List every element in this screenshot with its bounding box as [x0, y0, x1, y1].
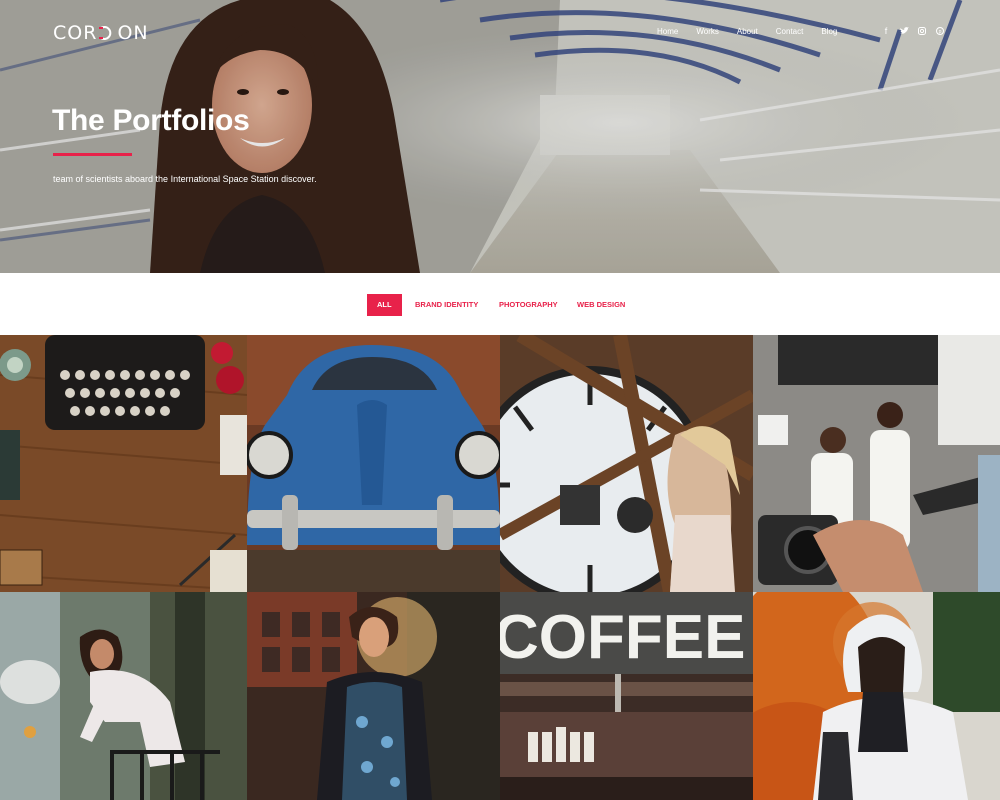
orange-smoke-photo[interactable] — [753, 592, 1000, 800]
twitter-icon[interactable] — [898, 24, 910, 38]
nav-blog[interactable]: Blog — [821, 27, 837, 36]
nav-works[interactable]: Works — [696, 27, 719, 36]
page-title: The Portfolios — [52, 104, 250, 137]
coffee-shop-photo[interactable]: COFFEE — [500, 592, 753, 800]
balcony-woman-photo[interactable] — [0, 592, 247, 800]
filter-photography[interactable]: PHOTOGRAPHY — [499, 294, 558, 316]
photoshoot-photo[interactable] — [753, 335, 1000, 592]
instagram-icon[interactable] — [916, 24, 928, 38]
blue-car-photo[interactable] — [247, 335, 500, 592]
nav-home[interactable]: Home — [657, 27, 678, 36]
nav-about[interactable]: About — [737, 27, 758, 36]
nav-contact[interactable]: Contact — [776, 27, 804, 36]
social-links: f p — [880, 24, 952, 38]
logo-text-start: COR — [53, 22, 98, 44]
portfolio-filters: ALL BRAND IDENTITY PHOTOGRAPHY WEB DESIG… — [0, 273, 1000, 335]
filter-web-design[interactable]: WEB DESIGN — [577, 294, 625, 316]
typewriter-photo[interactable] — [0, 335, 247, 592]
logo-text-end: ON — [117, 22, 149, 44]
filter-all[interactable]: ALL — [367, 294, 402, 316]
coffee-sign-text: COFFEE — [500, 603, 745, 672]
facebook-icon[interactable]: f — [880, 24, 892, 38]
title-underline — [53, 153, 132, 156]
portfolio-grid: COFFEE — [0, 335, 1000, 800]
hero-section: COR ON Home Works About Contact Blog f p … — [0, 0, 1000, 273]
pinterest-icon[interactable]: p — [934, 24, 946, 38]
logo-red-mark — [97, 22, 117, 44]
clock-tower-photo[interactable] — [500, 335, 753, 592]
hero-subtitle: team of scientists aboard the Internatio… — [53, 174, 317, 184]
main-nav: Home Works About Contact Blog — [657, 27, 855, 36]
logo[interactable]: COR ON — [53, 22, 149, 44]
filter-brand-identity[interactable]: BRAND IDENTITY — [415, 294, 478, 316]
svg-text:p: p — [939, 29, 942, 35]
sunset-woman-photo[interactable] — [247, 592, 500, 800]
